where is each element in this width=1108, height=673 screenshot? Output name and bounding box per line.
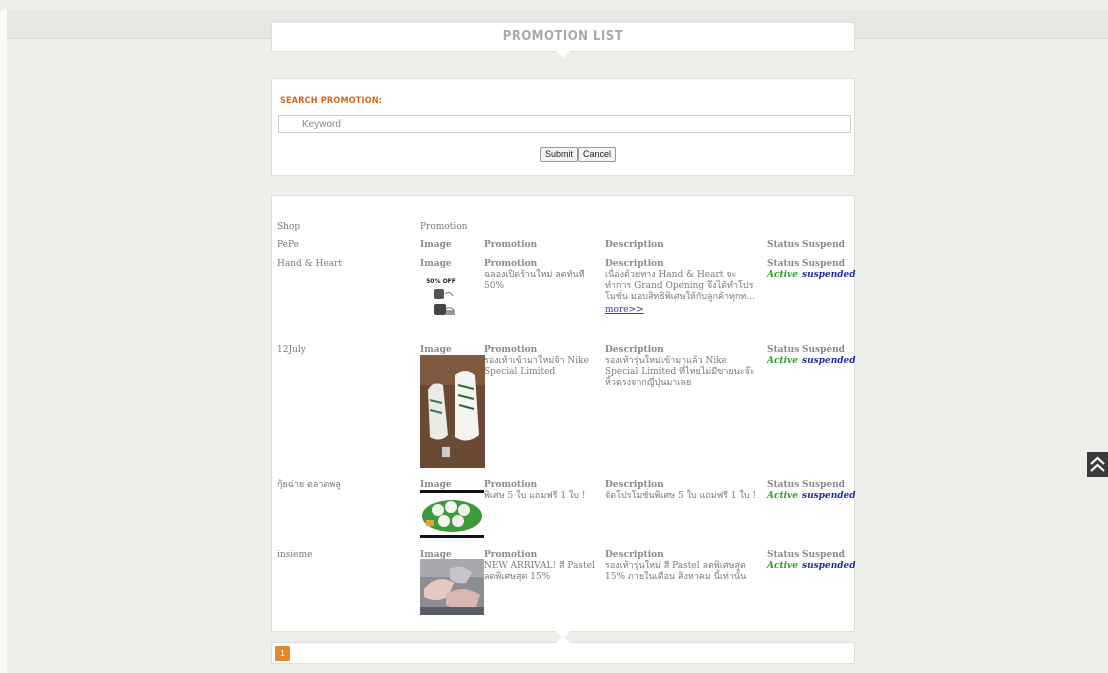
status-badge: Active bbox=[767, 356, 798, 366]
page-title: PROMOTION LIST bbox=[502, 29, 624, 44]
description-label: Description bbox=[605, 480, 664, 490]
sub-header-suspend: Suspend bbox=[802, 240, 845, 250]
description-text: จัดโปรโมชั่นพิเศษ 5 ใบ แถมฟรี 1 ใบ ! bbox=[605, 491, 757, 501]
status-badge: Active bbox=[767, 491, 798, 501]
submit-button[interactable]: Submit bbox=[540, 147, 579, 162]
promotion-label: Promotion bbox=[484, 480, 538, 490]
pagination-panel: 1 bbox=[271, 636, 855, 664]
cancel-button[interactable]: Cancel bbox=[578, 147, 617, 162]
suspend-label: Suspend bbox=[802, 345, 845, 355]
page-button-current[interactable]: 1 bbox=[275, 646, 290, 661]
shop-name: Hand & Heart bbox=[277, 259, 342, 269]
search-panel: SEARCH PROMOTION: Submit Cancel bbox=[271, 78, 855, 176]
description-label: Description bbox=[605, 259, 664, 269]
promotion-text: NEW ARRIVAL! สี Pastel ลดพิเศษสุด 15% bbox=[484, 561, 595, 582]
suspend-label: Suspend bbox=[802, 259, 845, 269]
more-link[interactable]: more>> bbox=[605, 305, 644, 316]
title-panel: PROMOTION LIST bbox=[271, 22, 855, 58]
shop-name: insieme bbox=[277, 550, 313, 560]
promotion-label: Promotion bbox=[484, 550, 538, 560]
promotion-image bbox=[420, 355, 485, 468]
promotion-image bbox=[420, 559, 484, 615]
image-label: Image bbox=[420, 259, 452, 269]
search-label: SEARCH PROMOTION: bbox=[280, 96, 383, 106]
description-label: Description bbox=[605, 550, 664, 560]
description-text: รองเท้ารุ่นใหม่เข้ามาแล้ว Nike Special L… bbox=[605, 356, 755, 388]
double-chevron-up-icon bbox=[1090, 456, 1105, 472]
promotion-label: Promotion bbox=[484, 345, 538, 355]
sub-header-description: Description bbox=[605, 240, 664, 250]
suspend-link[interactable]: suspended bbox=[802, 270, 856, 281]
suspend-label: Suspend bbox=[802, 550, 845, 560]
status-badge: Active bbox=[767, 561, 798, 571]
status-badge: Active bbox=[767, 270, 798, 280]
suspend-link[interactable]: suspended bbox=[802, 356, 856, 367]
pager-notch bbox=[556, 636, 570, 643]
image-text: 50% OFF bbox=[426, 278, 456, 285]
promotion-list-panel: Shop Promotion PePe Image Promotion Desc… bbox=[271, 195, 856, 638]
status-label: Status bbox=[767, 345, 800, 355]
sub-header-promotion: Promotion bbox=[484, 240, 538, 250]
sub-header-status: Status bbox=[767, 240, 800, 250]
description-text: รองเท้ารุ่นใหม่ สี Pastel ลดพิเศษสุด 15%… bbox=[605, 561, 747, 582]
promotion-text: ฉลองเปิดร้านใหม่ ลดทันที 50% bbox=[484, 270, 585, 291]
sub-header-image: Image bbox=[420, 240, 452, 250]
column-header-promotion: Promotion bbox=[420, 222, 468, 232]
column-header-shop: Shop bbox=[277, 222, 301, 232]
promotion-label: Promotion bbox=[484, 259, 538, 269]
left-edge bbox=[0, 10, 7, 673]
title-notch bbox=[556, 51, 570, 58]
shop-name: 12July bbox=[277, 345, 306, 355]
description-text: เนื่องด้วยทาง Hand & Heart จะทำการ Grand… bbox=[605, 270, 755, 302]
suspend-link[interactable]: suspended bbox=[802, 561, 856, 572]
description-label: Description bbox=[605, 345, 664, 355]
status-label: Status bbox=[767, 259, 800, 269]
promotion-text: พิเศษ 5 ใบ แถมฟรี 1 ใบ ! bbox=[484, 491, 586, 501]
status-label: Status bbox=[767, 550, 800, 560]
promotion-text: รองเท้าเข้ามาใหม่จ้า Nike Special Limite… bbox=[484, 356, 589, 377]
suspend-label: Suspend bbox=[802, 480, 845, 490]
suspend-link[interactable]: suspended bbox=[802, 491, 856, 502]
search-input[interactable] bbox=[278, 115, 851, 133]
shop-name-pepe: PePe bbox=[277, 240, 299, 250]
scroll-top-button[interactable] bbox=[1087, 452, 1108, 477]
status-label: Status bbox=[767, 480, 800, 490]
promotion-image bbox=[420, 490, 484, 538]
shop-name: กุ้ยฉ่าย ตลาดพลู bbox=[277, 480, 341, 490]
promotion-image: 50% OFF bbox=[424, 274, 458, 320]
